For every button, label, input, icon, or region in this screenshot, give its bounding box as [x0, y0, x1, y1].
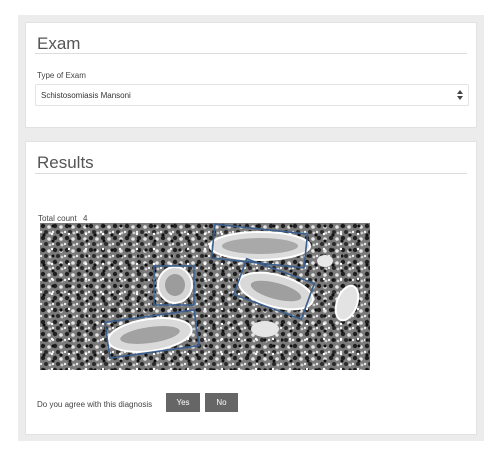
exam-type-label: Type of Exam: [37, 71, 86, 80]
total-count-value: 4: [82, 214, 88, 223]
exam-panel-title: Exam: [37, 34, 81, 53]
microscopy-image-graphic: [40, 223, 370, 370]
updown-arrows-icon: [457, 90, 463, 100]
results-title-divider: [35, 173, 467, 174]
exam-type-selected-value: Schistosomiasis Mansoni: [41, 91, 131, 100]
yes-button[interactable]: Yes: [166, 393, 200, 412]
exam-type-select[interactable]: Schistosomiasis Mansoni: [35, 84, 469, 106]
total-count-label: Total count: [38, 214, 77, 223]
exam-title-divider: [35, 53, 467, 54]
total-count: Total count 4: [38, 214, 91, 223]
results-panel-title: Results: [37, 153, 94, 172]
exam-panel: Exam Type of Exam Schistosomiasis Manson…: [25, 22, 477, 128]
microscopy-image: [40, 223, 370, 370]
no-button[interactable]: No: [205, 393, 238, 412]
agree-prompt: Do you agree with this diagnosis: [37, 400, 153, 409]
results-panel: Results Total count 4 Do you agree with …: [25, 141, 477, 435]
